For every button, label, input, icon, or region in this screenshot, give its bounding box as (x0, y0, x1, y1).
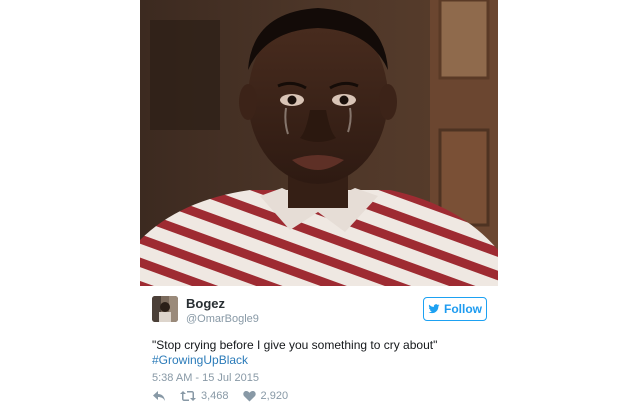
reply-action[interactable] (152, 390, 166, 402)
display-name[interactable]: Bogez (186, 296, 225, 311)
tweet-card: Bogez @OmarBogle9 Follow "Stop crying be… (140, 286, 498, 414)
retweet-action[interactable]: 3,468 (180, 390, 229, 402)
follow-button[interactable]: Follow (423, 297, 487, 321)
tweet-photo[interactable] (140, 0, 498, 286)
retweet-count: 3,468 (201, 390, 229, 402)
timestamp[interactable]: 5:38 AM - 15 Jul 2015 (152, 372, 259, 384)
bird-icon (428, 304, 440, 314)
like-count: 2,920 (260, 390, 289, 402)
hashtag-link[interactable]: #GrowingUpBlack (152, 353, 492, 368)
tweet-actions: 3,468 2,920 (152, 390, 302, 402)
avatar[interactable] (152, 296, 178, 322)
tweet-text: "Stop crying before I give you something… (152, 338, 492, 368)
reply-icon (153, 391, 165, 401)
retweet-icon (180, 391, 196, 401)
heart-icon (242, 390, 256, 402)
user-handle[interactable]: @OmarBogle9 (186, 313, 259, 325)
tweet-body: "Stop crying before I give you something… (152, 338, 438, 352)
follow-label: Follow (444, 302, 482, 316)
like-action[interactable]: 2,920 (242, 390, 289, 402)
